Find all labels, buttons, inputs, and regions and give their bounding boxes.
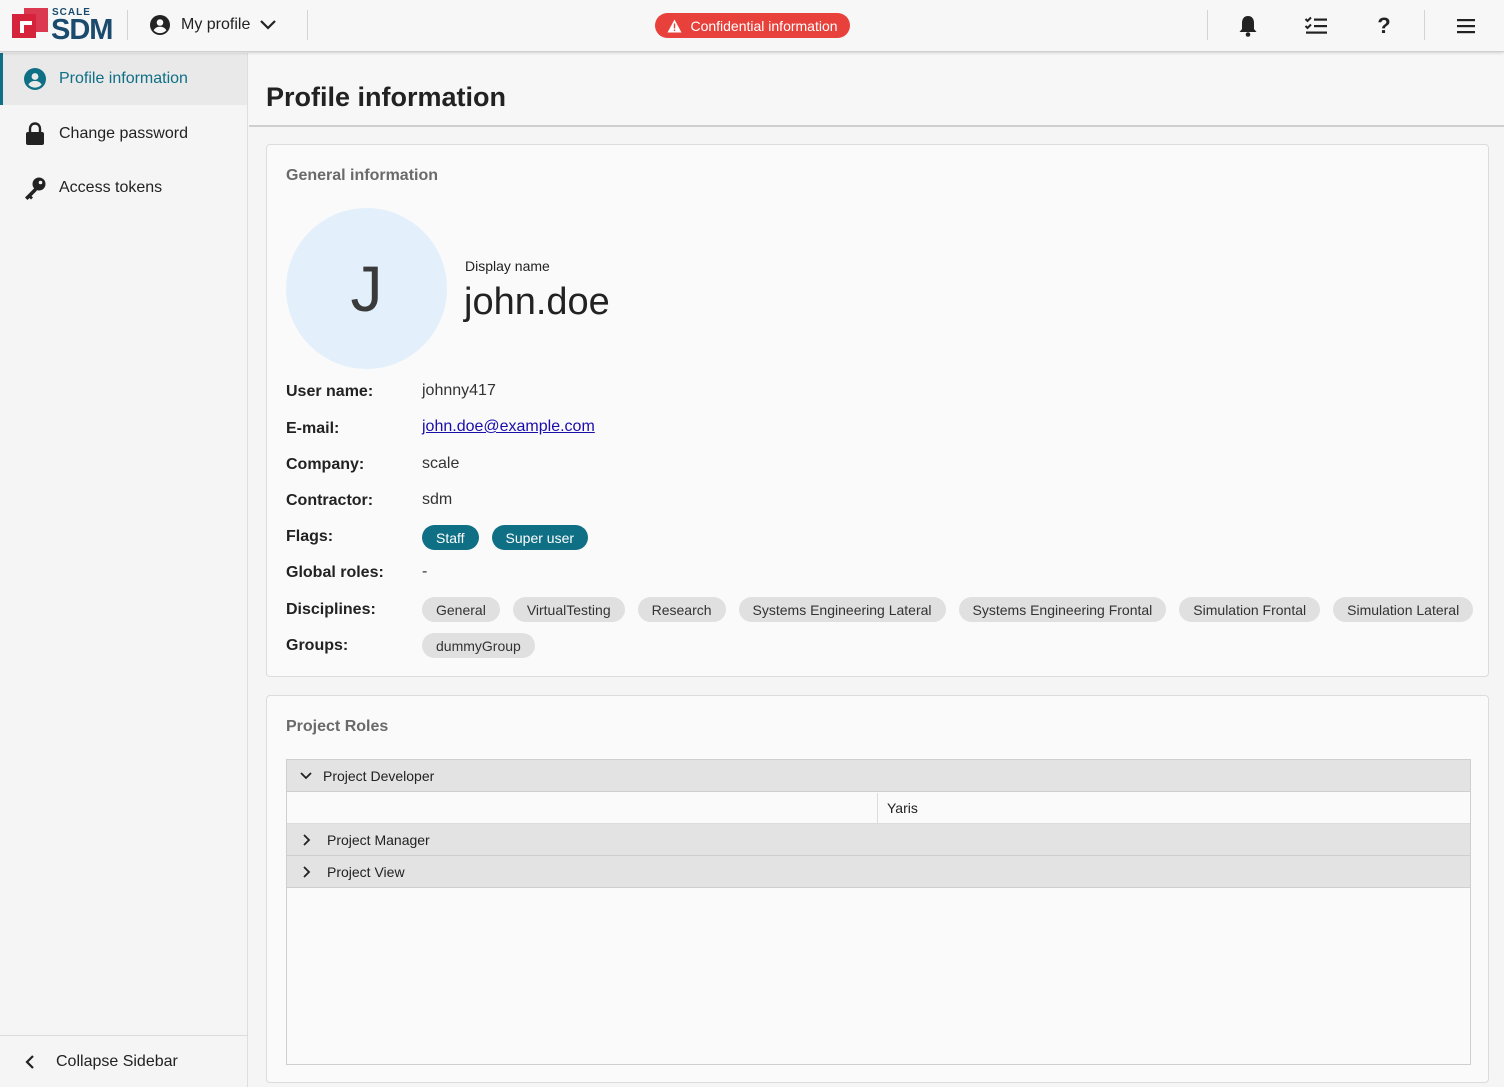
flags-label: Flags: xyxy=(286,528,334,545)
chevron-left-icon xyxy=(23,1054,43,1070)
groups-chip-list: dummyGroup xyxy=(422,633,535,658)
account-circle-icon xyxy=(23,67,47,91)
logo-mark-icon xyxy=(12,8,48,38)
flag-chip: Staff xyxy=(422,525,479,550)
avatar: J xyxy=(286,208,447,369)
discipline-chip: Systems Engineering Frontal xyxy=(958,597,1167,622)
role-group-label: Project Manager xyxy=(327,831,430,848)
profile-menu-label: My profile xyxy=(181,16,251,33)
sidebar-item-label: Access tokens xyxy=(59,179,163,196)
display-name-value: john.doe xyxy=(464,281,610,323)
header-divider xyxy=(1207,10,1208,40)
username-label: User name: xyxy=(286,383,374,400)
project-roles-table: Project Developer Yaris Project Manager … xyxy=(286,759,1471,1065)
discipline-chip: Systems Engineering Lateral xyxy=(738,597,946,622)
chevron-down-icon xyxy=(299,769,313,783)
tasks-button[interactable] xyxy=(1302,12,1330,40)
email-value: john.doe@example.com xyxy=(422,418,595,436)
main-menu-button[interactable] xyxy=(1452,12,1480,40)
global-roles-label: Global roles: xyxy=(286,564,384,581)
email-label: E-mail: xyxy=(286,420,340,437)
display-name-label: Display name xyxy=(465,258,550,274)
sidebar: Profile information Change password Acce… xyxy=(0,53,248,1087)
discipline-chip: General xyxy=(422,597,500,622)
tasks-icon xyxy=(1304,16,1327,34)
header-divider xyxy=(307,10,308,40)
table-row: Yaris xyxy=(287,793,1470,824)
discipline-chip: Simulation Lateral xyxy=(1333,597,1474,622)
logo-sdm-text: SDM xyxy=(51,14,113,46)
profile-menu-button[interactable]: My profile xyxy=(148,10,278,40)
project-name-cell: Yaris xyxy=(887,800,918,816)
role-group-project-view[interactable]: Project View xyxy=(287,856,1470,888)
email-link[interactable]: john.doe@example.com xyxy=(422,418,595,435)
card-title: General information xyxy=(286,167,439,184)
global-roles-value: - xyxy=(422,563,428,580)
bell-icon xyxy=(1239,16,1257,37)
general-information-card: General information J Display name john.… xyxy=(266,144,1489,677)
app-logo[interactable]: SCALE SDM xyxy=(12,6,116,46)
confidential-label: Confidential information xyxy=(690,17,838,34)
warning-icon xyxy=(667,19,682,32)
flags-chip-list: Staff Super user xyxy=(422,525,589,550)
company-label: Company: xyxy=(286,456,365,473)
sidebar-item-label: Change password xyxy=(59,125,188,142)
sidebar-item-label: Profile information xyxy=(59,70,188,87)
discipline-chip: VirtualTesting xyxy=(512,597,625,622)
company-value: scale xyxy=(422,455,460,472)
sidebar-item-change-password[interactable]: Change password xyxy=(0,108,247,160)
lock-icon xyxy=(23,122,47,146)
key-icon xyxy=(23,176,47,200)
header-divider xyxy=(127,10,128,40)
username-value: johnny417 xyxy=(422,382,496,399)
confidential-badge: Confidential information xyxy=(655,13,850,38)
page-title-bar: Profile information xyxy=(249,53,1504,127)
card-title: Project Roles xyxy=(286,718,389,735)
header-divider xyxy=(1424,10,1425,40)
discipline-chip: Research xyxy=(637,597,726,622)
project-roles-card: Project Roles Project Developer Yaris Pr… xyxy=(266,695,1489,1083)
group-chip: dummyGroup xyxy=(422,633,535,658)
collapse-sidebar-button[interactable]: Collapse Sidebar xyxy=(0,1035,247,1087)
collapse-sidebar-label: Collapse Sidebar xyxy=(56,1052,178,1070)
role-group-project-manager[interactable]: Project Manager xyxy=(287,824,1470,856)
role-group-label: Project View xyxy=(327,863,405,880)
page-title: Profile information xyxy=(266,82,507,112)
menu-icon xyxy=(1457,19,1475,34)
help-button[interactable]: ? xyxy=(1370,12,1398,40)
chevron-right-icon xyxy=(299,865,313,879)
role-group-label: Project Developer xyxy=(323,767,435,784)
role-group-project-developer[interactable]: Project Developer xyxy=(287,760,1470,792)
account-circle-icon xyxy=(150,15,170,35)
table-cell xyxy=(287,793,878,823)
flag-chip: Super user xyxy=(491,525,589,550)
disciplines-label: Disciplines: xyxy=(286,601,376,618)
chevron-right-icon xyxy=(299,833,313,847)
app-header: SCALE SDM My profile Confidential inform… xyxy=(0,0,1504,52)
disciplines-chip-list: General VirtualTesting Research Systems … xyxy=(422,597,1474,622)
contractor-label: Contractor: xyxy=(286,492,374,509)
sidebar-item-access-tokens[interactable]: Access tokens xyxy=(0,162,247,214)
help-icon: ? xyxy=(1377,13,1391,38)
discipline-chip: Simulation Frontal xyxy=(1179,597,1321,622)
avatar-letter: J xyxy=(350,252,383,325)
contractor-value: sdm xyxy=(422,491,453,508)
notifications-button[interactable] xyxy=(1234,12,1262,40)
chevron-down-icon xyxy=(260,20,277,30)
sidebar-item-profile-information[interactable]: Profile information xyxy=(0,53,247,105)
groups-label: Groups: xyxy=(286,637,349,654)
